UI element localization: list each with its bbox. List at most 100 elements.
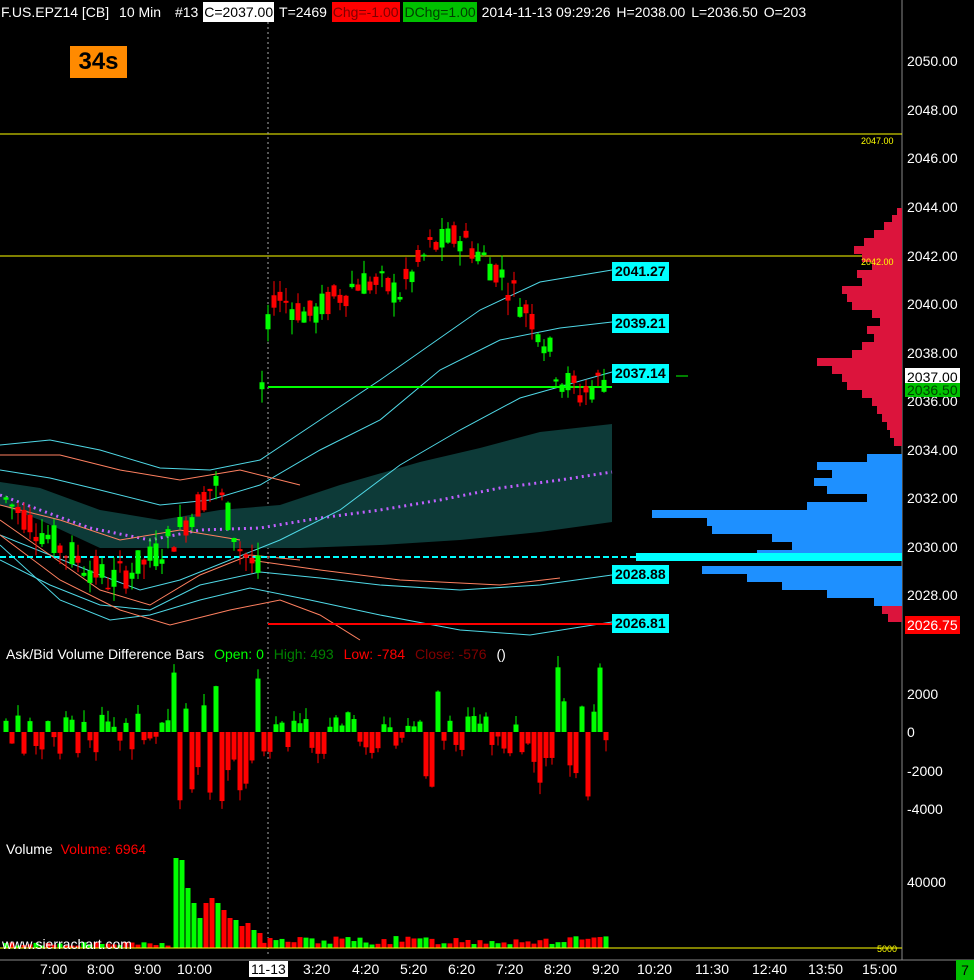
delta-bar — [207, 732, 213, 793]
delta-close: Close: -576 — [414, 646, 487, 662]
price-candle — [595, 372, 601, 376]
price-candle — [265, 314, 271, 330]
volume-profile-bar — [827, 486, 902, 494]
volume-profile-bar — [877, 406, 902, 414]
volume-bar — [429, 938, 435, 948]
volume-profile-bar — [862, 278, 902, 286]
volume-profile-bar — [827, 590, 902, 598]
delta-bar — [321, 732, 327, 754]
price-candle — [475, 251, 481, 262]
volume-profile-bar — [880, 318, 902, 326]
volume-bar — [141, 942, 147, 948]
volume-bar — [399, 941, 405, 948]
band-label-upper-1: 2037.14 — [612, 364, 669, 383]
volume-bar — [327, 943, 333, 948]
volume-bar — [369, 944, 375, 948]
delta-extra: () — [496, 646, 506, 662]
price-candle — [337, 294, 343, 303]
low-price-tag: 2026.75 — [905, 616, 960, 634]
volume-profile-bar — [782, 582, 902, 590]
volume-bar — [489, 941, 495, 948]
volume-profile-bar — [867, 494, 902, 502]
chart-canvas[interactable] — [0, 0, 974, 980]
price-candle — [195, 494, 201, 517]
price-candle — [141, 559, 147, 565]
delta-bar — [411, 726, 417, 732]
volume-bar — [261, 942, 267, 948]
price-candle — [177, 517, 183, 528]
delta-bar — [27, 721, 33, 732]
price-candle — [237, 549, 243, 552]
watermark: www.sierrachart.com — [2, 936, 132, 952]
delta-bar — [561, 701, 567, 732]
volume-profile-bar — [862, 390, 902, 398]
volume-profile-bar — [832, 470, 902, 478]
price-candle — [529, 313, 535, 330]
corner-indicator[interactable]: 7 — [956, 960, 974, 980]
delta-bar — [261, 732, 267, 752]
volume-bar — [339, 938, 345, 948]
price-candle — [409, 271, 415, 283]
volume-panel-title: Volume Volume: 6964 — [6, 841, 146, 857]
time-tick: 15:00 — [862, 961, 898, 977]
price-candle — [129, 572, 135, 579]
delta-bar — [195, 732, 201, 768]
volume-bar — [345, 937, 351, 948]
chart-window[interactable]: { "header":{ "symbol":"F.US.EPZ14 [CB]",… — [0, 0, 974, 980]
delta-bar — [219, 732, 225, 802]
price-candle — [3, 497, 9, 500]
price-candle — [565, 373, 571, 391]
volume-bar — [285, 941, 291, 948]
price-candle — [255, 555, 261, 573]
volume-profile-bar — [772, 534, 902, 542]
volume-profile-bar — [807, 502, 902, 510]
delta-bar — [111, 726, 117, 732]
volume-bar — [375, 943, 381, 948]
volume-profile-bar — [864, 238, 902, 246]
volume-bar — [215, 903, 221, 948]
delta-bar — [315, 732, 321, 754]
price-candle — [373, 276, 379, 285]
price-candle — [111, 569, 117, 587]
volume-profile-bar — [894, 438, 902, 446]
price-candle — [15, 506, 21, 514]
price-candle — [445, 228, 451, 243]
volume-bar — [273, 940, 279, 948]
price-candle — [385, 278, 391, 292]
delta-bar — [339, 725, 345, 732]
delta-bar — [171, 672, 177, 732]
salmon-band-line — [0, 454, 301, 486]
delta-bar — [177, 732, 183, 801]
price-candle — [33, 536, 39, 542]
volume-profile-bar — [814, 478, 902, 486]
price-candle — [571, 375, 577, 384]
volume-bar — [147, 943, 153, 948]
low-value: L=2036.50 — [691, 4, 758, 20]
delta-bar — [249, 732, 255, 761]
high-value: H=2038.00 — [616, 4, 686, 20]
volume-bar — [447, 943, 453, 948]
price-candle — [243, 554, 249, 558]
price-candle — [295, 303, 301, 321]
delta-bar — [519, 732, 525, 753]
symbol-text: F.US.EPZ14 [CB] — [1, 4, 110, 20]
delta-bar — [351, 719, 357, 732]
volume-profile-bar — [882, 414, 902, 422]
volume-bar — [197, 918, 203, 948]
volume-profile-bar — [842, 286, 902, 294]
delta-high: High: 493 — [273, 646, 334, 662]
volume-bar — [585, 938, 591, 948]
delta-bar — [327, 726, 333, 732]
delta-bar — [543, 732, 549, 758]
volume-tick: 40000 — [907, 874, 946, 890]
volume-bar — [185, 888, 191, 948]
price-candle — [403, 268, 409, 280]
delta-open: Open: 0 — [214, 646, 264, 662]
delta-bar — [45, 721, 51, 732]
chart-number: #13 — [174, 4, 199, 20]
trades-value: T=2469 — [279, 4, 327, 20]
volume-bar — [203, 903, 209, 948]
delta-tick: 0 — [907, 724, 915, 740]
salmon-band-line — [249, 559, 561, 586]
volume-bar — [555, 942, 561, 948]
